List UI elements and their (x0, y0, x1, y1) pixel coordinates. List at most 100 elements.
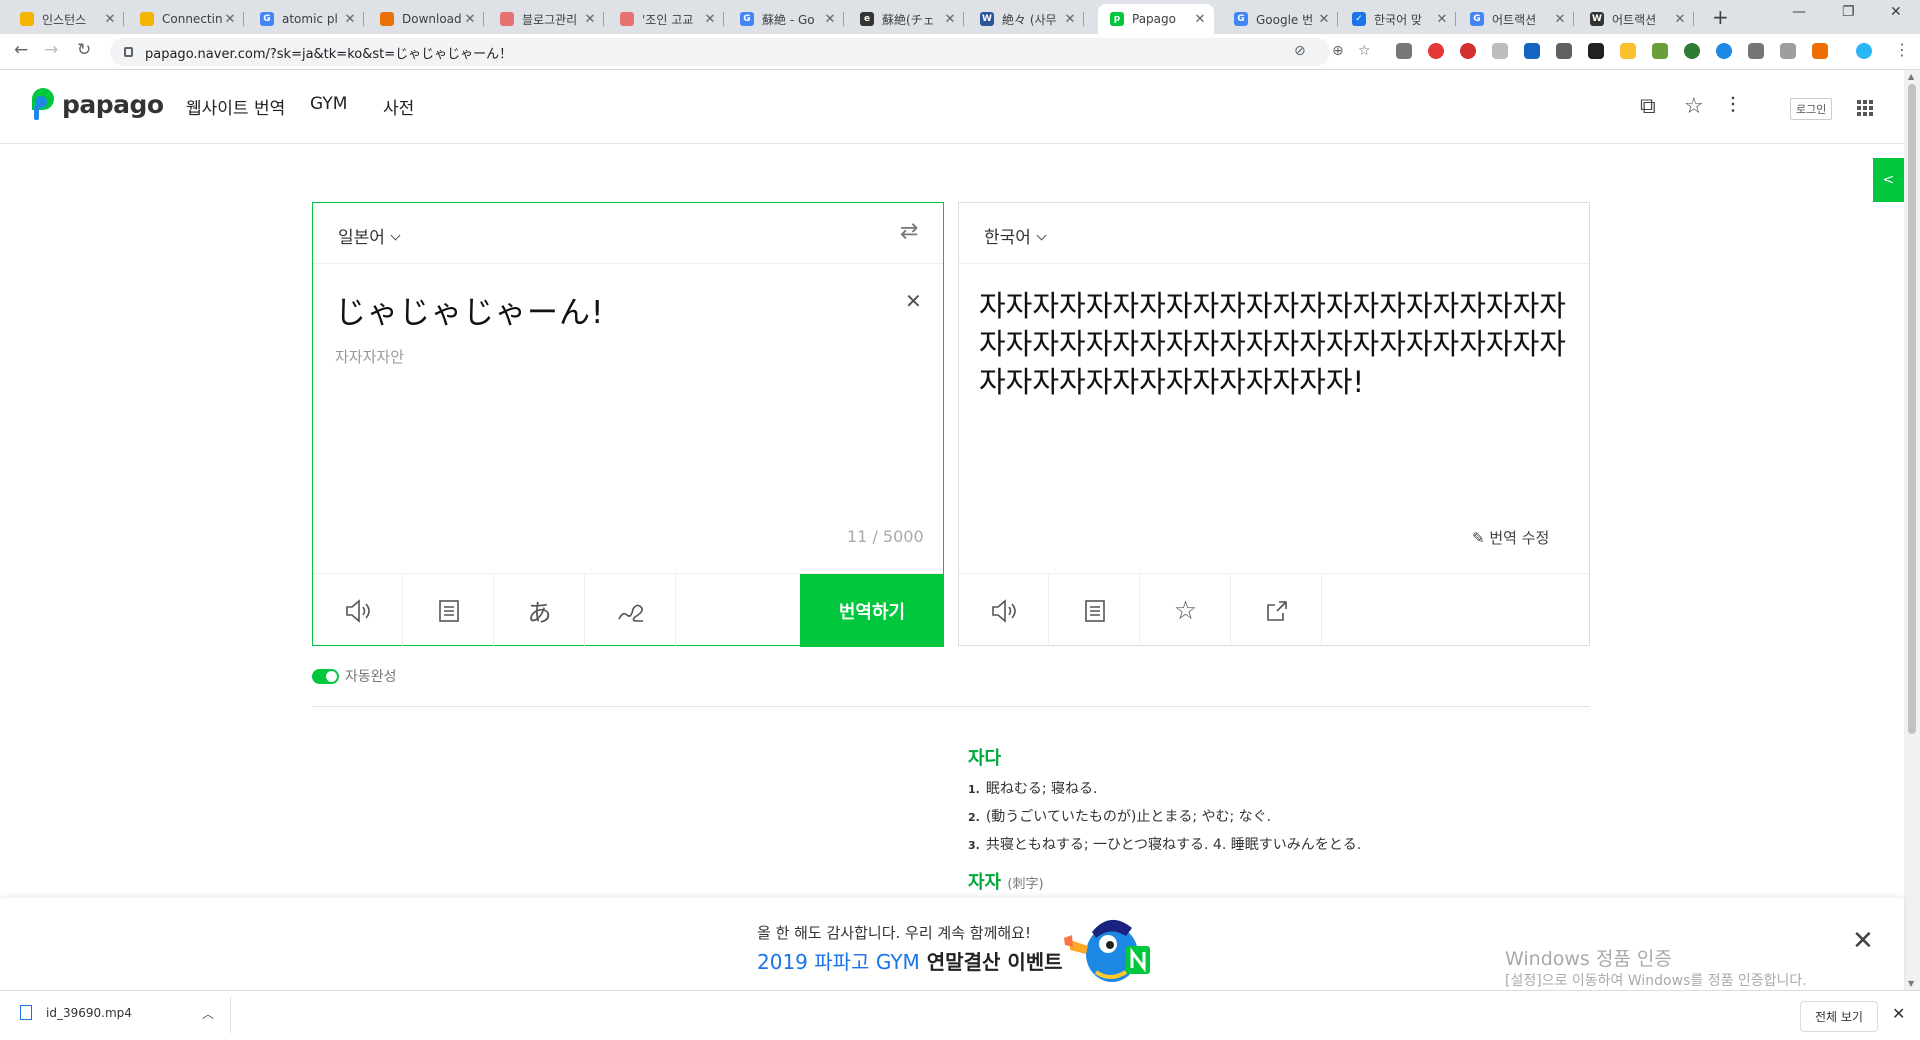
browser-tab[interactable]: G Google 번 ✕ (1222, 4, 1338, 34)
extension-icon[interactable] (1812, 43, 1828, 59)
browser-tab[interactable]: e 蘇絶(チェ ✕ (848, 4, 964, 34)
scroll-up-arrow[interactable]: ▲ (1908, 72, 1914, 81)
scroll-down-arrow[interactable]: ▼ (1908, 979, 1914, 988)
restore-button[interactable]: ❐ (1842, 4, 1855, 20)
extension-icon[interactable] (1524, 43, 1540, 59)
tab-close-icon[interactable]: ✕ (942, 12, 958, 27)
apps-grid-icon[interactable] (1857, 100, 1873, 116)
close-shelf-icon[interactable]: ✕ (1892, 1004, 1905, 1023)
url-text: papago.naver.com/?sk=ja&tk=ko&st=じゃじゃじゃー… (145, 46, 513, 62)
tab-title: Connecting (162, 12, 222, 26)
dictionary-term-2[interactable]: 자자 (刺字) (968, 868, 1361, 894)
new-tab-button[interactable]: + (1712, 6, 1729, 28)
copy-button[interactable] (1050, 574, 1140, 647)
tab-close-icon[interactable]: ✕ (462, 12, 478, 27)
share-icon[interactable]: ⧉ (1640, 94, 1656, 119)
chevron-up-icon[interactable]: ︿ (202, 1005, 214, 1022)
browser-tab[interactable]: 인스턴스 ✕ (8, 4, 124, 34)
close-window-button[interactable]: ✕ (1890, 4, 1902, 20)
page-scrollbar[interactable]: ▲ ▼ (1904, 70, 1920, 990)
edit-translation-link[interactable]: ✎ 번역 수정 (1472, 527, 1549, 548)
tab-close-icon[interactable]: ✕ (102, 12, 118, 27)
listen-button[interactable] (313, 574, 403, 647)
extension-icon[interactable] (1492, 43, 1508, 59)
extension-icon[interactable] (1716, 43, 1732, 59)
blocked-icon[interactable]: ⊘ (1294, 43, 1306, 59)
adblock-icon[interactable] (1460, 43, 1476, 59)
source-text-input[interactable]: じゃじゃじゃーん! (335, 287, 604, 332)
browser-tab[interactable]: '조인 고교 ✕ (608, 4, 724, 34)
camera-icon[interactable] (1780, 43, 1796, 59)
extension-icon[interactable] (1620, 43, 1636, 59)
settings-sliders-icon[interactable]: ⫶ (1730, 94, 1736, 119)
browser-tab[interactable]: G 蘇絶 - Go ✕ (728, 4, 844, 34)
listen-button[interactable] (959, 574, 1049, 647)
target-language-select[interactable]: 한국어 (984, 223, 1047, 248)
browser-tab[interactable]: 블로그관리 ✕ (488, 4, 604, 34)
profile-icon[interactable] (1856, 43, 1872, 59)
zoom-icon[interactable]: ⊕ (1332, 43, 1344, 59)
address-bar[interactable]: papago.naver.com/?sk=ja&tk=ko&st=じゃじゃじゃー… (110, 38, 1371, 66)
nav-gym[interactable]: GYM (310, 94, 347, 114)
clear-text-icon[interactable]: ✕ (905, 289, 922, 313)
tab-close-icon[interactable]: ✕ (1192, 12, 1208, 27)
extension-icon[interactable] (1396, 43, 1412, 59)
tab-close-icon[interactable]: ✕ (1672, 12, 1688, 27)
translation-result: 자자자자자자자자자자자자자자자자자자자자자자자자자자자자자자자자자자자자자자자자… (979, 289, 1566, 399)
minimize-button[interactable]: — (1792, 4, 1806, 20)
favicon-icon (500, 12, 514, 26)
papago-logo[interactable]: papago (30, 88, 164, 120)
japanese-input-button[interactable]: あ (495, 574, 585, 647)
extension-icon[interactable] (1684, 43, 1700, 59)
translate-button[interactable]: 번역하기 (800, 574, 944, 647)
reload-icon[interactable]: ↻ (77, 40, 91, 60)
browser-tab[interactable]: Connecting✕ (128, 4, 244, 34)
download-item[interactable]: id_39690.mp4 (20, 1005, 132, 1020)
forward-icon[interactable]: → (44, 40, 58, 60)
nav-website-translate[interactable]: 웹사이트 번역 (186, 94, 285, 119)
share-button[interactable] (1232, 574, 1322, 647)
tab-close-icon[interactable]: ✕ (1316, 12, 1332, 27)
extension-icon[interactable] (1652, 43, 1668, 59)
browser-tab[interactable]: Download ✕ (368, 4, 484, 34)
tab-close-icon[interactable]: ✕ (1552, 12, 1568, 27)
dictionary-term[interactable]: 자다 (968, 744, 1361, 770)
browser-tab[interactable]: W 어트랙션 ✕ (1578, 4, 1694, 34)
speaker-icon (345, 598, 370, 623)
star-icon: ☆ (1173, 595, 1198, 626)
tab-close-icon[interactable]: ✕ (582, 12, 598, 27)
menu-icon[interactable]: ⋮ (1894, 40, 1910, 59)
handwriting-button[interactable] (586, 574, 676, 647)
extension-icon[interactable] (1428, 43, 1444, 59)
scrollbar-thumb[interactable] (1908, 84, 1916, 734)
show-all-downloads-button[interactable]: 전체 보기 (1800, 1001, 1878, 1032)
swap-languages-icon[interactable]: ⇄ (900, 219, 918, 244)
browser-tab[interactable]: Gatomic pl ✕ (248, 4, 364, 34)
copy-button[interactable] (404, 574, 494, 647)
browser-tab[interactable]: ✓ 한국어 맞 ✕ (1340, 4, 1456, 34)
promo-banner[interactable]: 올 한 해도 감사합니다. 우리 계속 함께해요! 2019 파파고 GYM 연… (0, 898, 1904, 990)
back-icon[interactable]: ← (14, 40, 28, 60)
login-button[interactable]: 로그인 (1790, 98, 1833, 120)
bookmark-star-icon[interactable]: ☆ (1358, 43, 1371, 59)
extension-icon[interactable] (1556, 43, 1572, 59)
extension-icon[interactable] (1588, 43, 1604, 59)
tab-close-icon[interactable]: ✕ (702, 12, 718, 27)
tab-close-icon[interactable]: ✕ (342, 12, 358, 27)
favorite-button[interactable]: ☆ (1141, 574, 1231, 647)
tab-close-icon[interactable]: ✕ (222, 12, 238, 27)
autocomplete-toggle[interactable]: 자동완성 (312, 666, 397, 686)
source-language-select[interactable]: 일본어 (338, 223, 401, 248)
browser-tab[interactable]: p Papago ✕ (1098, 4, 1214, 34)
tab-close-icon[interactable]: ✕ (822, 12, 838, 27)
nav-dictionary[interactable]: 사전 (383, 94, 414, 119)
extension-icon[interactable] (1748, 43, 1764, 59)
toggle-switch[interactable] (312, 668, 339, 684)
banner-close-icon[interactable]: ✕ (1852, 926, 1874, 956)
side-panel-toggle[interactable]: < (1873, 158, 1904, 202)
favorite-star-icon[interactable]: ☆ (1684, 94, 1704, 119)
browser-tab[interactable]: G 어트랙션 ✕ (1458, 4, 1574, 34)
tab-close-icon[interactable]: ✕ (1062, 12, 1078, 27)
browser-tab[interactable]: W 絶々 (사무 ✕ (968, 4, 1084, 34)
tab-close-icon[interactable]: ✕ (1434, 12, 1450, 27)
